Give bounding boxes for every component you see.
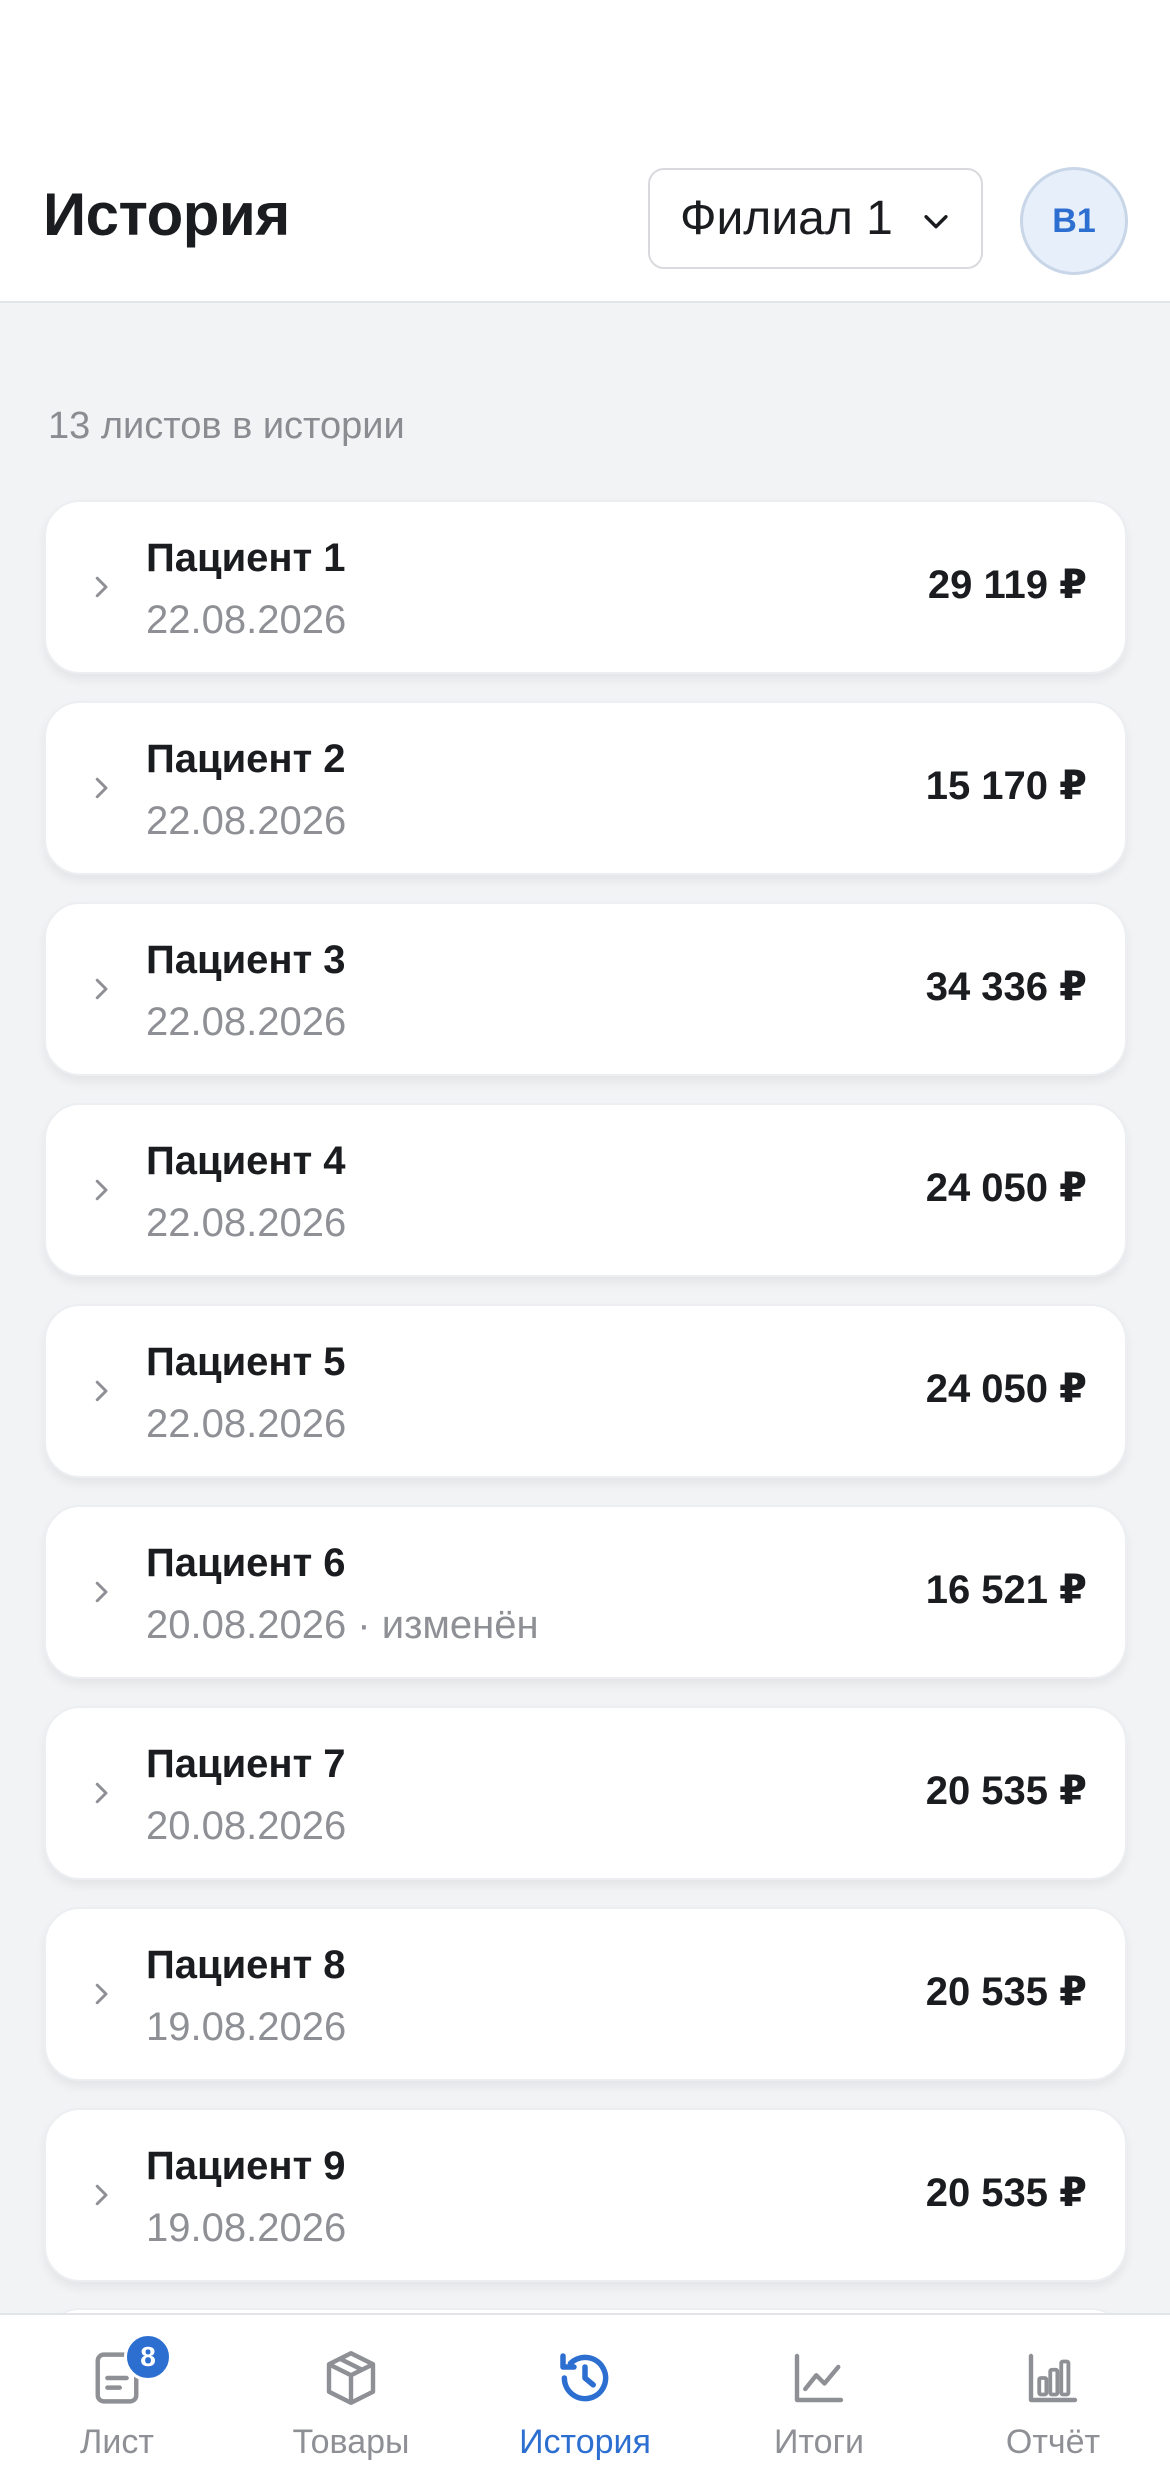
- history-card[interactable]: Пациент 3 22.08.2026 34 336 ₽: [44, 902, 1127, 1076]
- history-card[interactable]: Пациент 9 19.08.2026 20 535 ₽: [44, 2108, 1127, 2282]
- history-clock-icon: [552, 2345, 618, 2411]
- line-chart-icon: [786, 2345, 852, 2411]
- tab-report[interactable]: Отчёт: [936, 2315, 1170, 2490]
- chevron-right-icon: [95, 1581, 108, 1603]
- app-header: История Филиал 1 В1: [0, 150, 1170, 303]
- history-card[interactable]: Пациент 1 22.08.2026 29 119 ₽: [44, 500, 1127, 674]
- sheet-date: 22.08.2026: [146, 598, 347, 642]
- status-bar: [0, 0, 1170, 150]
- history-card[interactable]: Пациент 5 22.08.2026 24 050 ₽: [44, 1304, 1127, 1478]
- patient-name: Пациент 9: [146, 2144, 346, 2188]
- patient-name: Пациент 6: [146, 1541, 346, 1585]
- chevron-right-icon: [95, 1983, 108, 2005]
- chevron-right-icon: [95, 1782, 108, 1804]
- chevron-right-icon: [95, 2184, 108, 2206]
- patient-name: Пациент 3: [146, 938, 346, 982]
- branch-select-value: Филиал 1: [680, 192, 893, 245]
- sheet-date: 20.08.2026 · изменён: [146, 1603, 539, 1647]
- history-count: 13 листов в истории: [48, 405, 405, 447]
- chevron-right-icon: [95, 978, 108, 1000]
- patient-name: Пациент 7: [146, 1742, 346, 1786]
- sheet-amount: 20 535 ₽: [925, 1769, 1087, 1813]
- tab-totals[interactable]: Итоги: [702, 2315, 936, 2490]
- box-icon: [318, 2345, 384, 2411]
- tab-label: Лист: [80, 2423, 154, 2461]
- branch-select[interactable]: Филиал 1: [648, 168, 983, 269]
- history-card[interactable]: Пациент 4 22.08.2026 24 050 ₽: [44, 1103, 1127, 1277]
- sheet-amount: 24 050 ₽: [925, 1166, 1087, 1210]
- sheet-amount: 16 521 ₽: [925, 1568, 1087, 1612]
- patient-name: Пациент 1: [146, 536, 346, 580]
- avatar[interactable]: В1: [1020, 167, 1128, 275]
- chevron-down-icon: [924, 215, 948, 229]
- tab-label: История: [519, 2423, 651, 2461]
- sheet-amount: 20 535 ₽: [925, 2171, 1087, 2215]
- patient-name: Пациент 8: [146, 1943, 346, 1987]
- patient-name: Пациент 5: [146, 1340, 346, 1384]
- sheet-date: 22.08.2026: [146, 1000, 347, 1044]
- tab-history[interactable]: История: [468, 2315, 702, 2490]
- sheet-date: 22.08.2026: [146, 799, 347, 843]
- history-card[interactable]: Пациент 2 22.08.2026 15 170 ₽: [44, 701, 1127, 875]
- sheet-amount: 34 336 ₽: [925, 965, 1087, 1009]
- tab-label: Отчёт: [1005, 2423, 1101, 2461]
- history-card[interactable]: Пациент 6 20.08.2026 · изменён 16 521 ₽: [44, 1505, 1127, 1679]
- patient-name: Пациент 2: [146, 737, 346, 781]
- sheet-date: 20.08.2026: [146, 1804, 347, 1848]
- chevron-right-icon: [95, 1179, 108, 1201]
- history-card[interactable]: Пациент 7 20.08.2026 20 535 ₽: [44, 1706, 1127, 1880]
- bar-chart-icon: [1020, 2345, 1086, 2411]
- history-list: Пациент 1 22.08.2026 29 119 ₽ Пациент 2 22.0…: [44, 500, 1127, 2309]
- tab-list[interactable]: 8 Лист: [0, 2315, 234, 2490]
- history-card[interactable]: Пациент 8 19.08.2026 20 535 ₽: [44, 1907, 1127, 2081]
- chevron-right-icon: [95, 777, 108, 799]
- sheet-date: 19.08.2026: [146, 2005, 347, 2049]
- patient-name: Пациент 4: [146, 1139, 346, 1183]
- chevron-right-icon: [95, 1380, 108, 1402]
- sheet-amount: 15 170 ₽: [925, 764, 1087, 808]
- page-title: История: [43, 181, 290, 248]
- cart-count-badge: 8: [124, 2333, 172, 2381]
- sheet-amount: 24 050 ₽: [925, 1367, 1087, 1411]
- sheet-date: 22.08.2026: [146, 1201, 347, 1245]
- tab-products[interactable]: Товары: [234, 2315, 468, 2490]
- tab-label: Товары: [292, 2423, 410, 2461]
- sheet-date: 22.08.2026: [146, 1402, 347, 1446]
- tab-label: Итоги: [774, 2423, 864, 2461]
- sheet-date: 19.08.2026: [146, 2206, 347, 2250]
- document-icon: 8: [84, 2333, 172, 2411]
- bottom-tab-bar: 8 Лист Товары История Итоги Отчёт: [0, 2313, 1170, 2490]
- chevron-right-icon: [95, 576, 108, 598]
- sheet-amount: 20 535 ₽: [925, 1970, 1087, 2014]
- sheet-amount: 29 119 ₽: [927, 563, 1087, 607]
